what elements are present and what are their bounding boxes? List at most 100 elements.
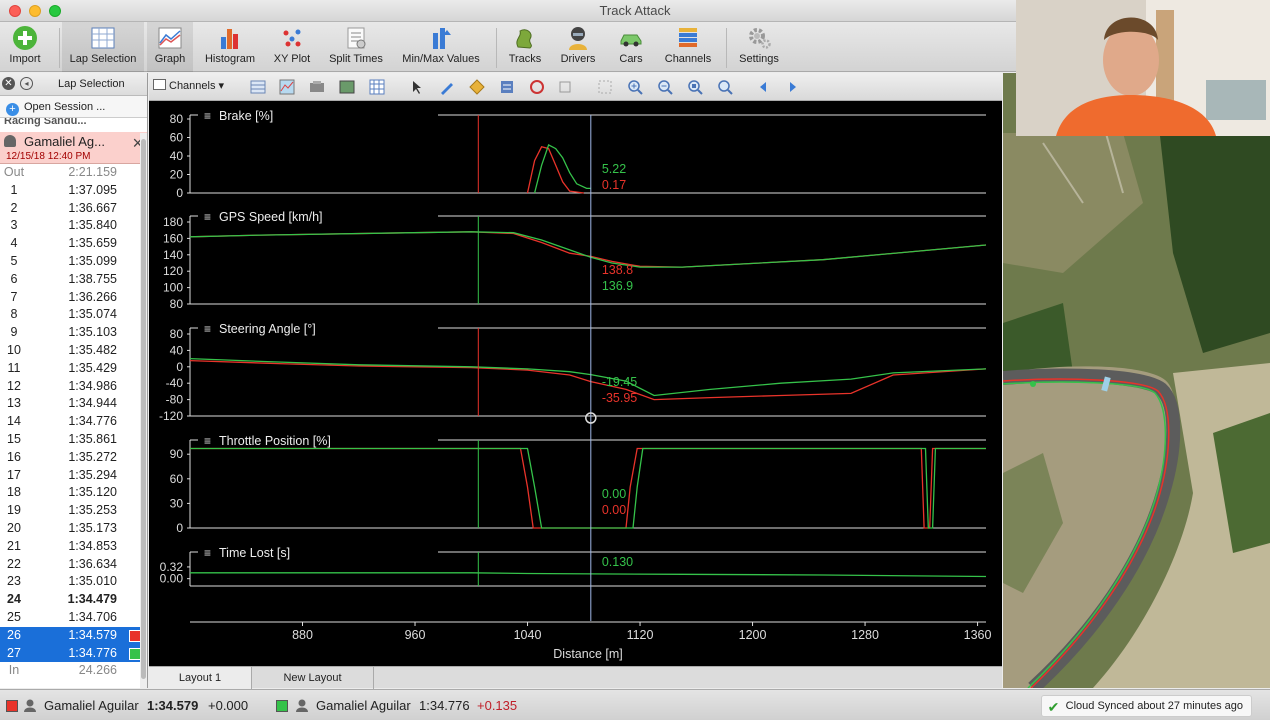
session-card[interactable]: Gamaliel Ag... 12/15/18 12:40 PM × [0,132,147,164]
pointer-icon[interactable] [409,79,425,95]
lap-row[interactable]: 26 1:34.579 [0,626,147,645]
channels-dropdown-label: Channels [169,80,216,92]
lap-row[interactable]: 7 1:36.266 [0,289,147,307]
maximize-window-button[interactable] [49,5,61,17]
previous-arrow-icon[interactable] [755,79,771,95]
import-icon [13,26,37,50]
lap-number: 25 [7,609,21,624]
tab-layout-1[interactable]: Layout 1 [149,667,252,689]
tracks-button[interactable]: Tracks [504,22,546,72]
lap-row[interactable]: 17 1:35.294 [0,467,147,485]
lap-row[interactable]: 11 1:35.429 [0,360,147,378]
toolbar-separator [59,28,60,68]
lap-row[interactable]: 22 1:36.634 [0,556,147,574]
lap-row[interactable]: 13 1:34.944 [0,395,147,413]
split-times-icon [347,27,366,49]
lap-number: 20 [7,520,21,535]
min-max-icon [433,28,451,49]
lap-row[interactable]: 23 1:35.010 [0,573,147,591]
open-session-label: Open Session ... [24,101,106,113]
lap-row[interactable]: 5 1:35.099 [0,253,147,271]
import-button[interactable]: Import [0,22,50,72]
graph-button[interactable]: Graph [147,22,193,72]
panel-menu-icon: ≡ [204,109,211,123]
lap-time: 1:34.986 [68,378,117,393]
align-icon[interactable] [499,79,515,95]
settings-button[interactable]: Settings [736,22,782,72]
lap-row[interactable]: In 24.266 [0,662,147,680]
y-tick-label: 60 [170,472,184,486]
zoom-fit-icon[interactable] [687,79,703,95]
next-arrow-icon[interactable] [785,79,801,95]
lap-row[interactable]: 15 1:35.861 [0,431,147,449]
lap-list-scrollbar[interactable] [140,133,147,688]
lap-row[interactable]: 24 1:34.479 [0,591,147,609]
lap-row[interactable]: 27 1:34.776 [0,644,147,663]
draw-icon[interactable] [439,79,455,95]
cars-button[interactable]: Cars [612,22,650,72]
overlay-icon[interactable] [309,79,325,95]
zoom-out-icon[interactable] [657,79,673,95]
track-map[interactable] [1003,73,1270,688]
lap-row[interactable]: 21 1:34.853 [0,538,147,556]
lap-row[interactable]: 2 1:36.667 [0,200,147,218]
marker-icon[interactable] [469,79,485,95]
lap-row[interactable]: 6 1:38.755 [0,271,147,289]
lap-row[interactable]: 16 1:35.272 [0,449,147,467]
scrollbar-thumb[interactable] [141,139,146,679]
grid-icon[interactable] [369,79,385,95]
histogram-button[interactable]: Histogram [200,22,260,72]
panel-title: Steering Angle [°] [219,322,316,336]
image-icon[interactable] [339,79,355,95]
lap-row[interactable]: 3 1:35.840 [0,217,147,235]
lap-row[interactable]: 4 1:35.659 [0,235,147,253]
lap-row[interactable]: 25 1:34.706 [0,609,147,627]
y-tick-label: 80 [170,112,184,126]
select-range-icon[interactable] [597,79,613,95]
panel-title: Lap Selection [58,78,125,90]
chart-view-icon[interactable] [279,79,295,95]
panel-title: GPS Speed [km/h] [219,210,323,224]
lap-row[interactable]: 10 1:35.482 [0,342,147,360]
gear-icon [749,28,771,49]
lap-row[interactable]: 14 1:34.776 [0,413,147,431]
zoom-in-icon[interactable] [627,79,643,95]
lap-number: 26 [7,627,21,642]
minimize-window-button[interactable] [29,5,41,17]
channels-button[interactable]: Channels [660,22,716,72]
min-max-values-button[interactable]: Min/Max Values [398,22,484,72]
lap-row[interactable]: 20 1:35.173 [0,520,147,538]
tab-new-layout[interactable]: New Layout [252,667,374,689]
close-window-button[interactable] [9,5,21,17]
graph-label: Graph [154,53,186,65]
detach-panel-icon[interactable]: ◂ [20,77,33,90]
webcam-overlay [1016,0,1270,136]
lap-row[interactable]: 12 1:34.986 [0,378,147,396]
lap-selection-button[interactable]: Lap Selection [62,22,144,72]
lap-row[interactable]: 1 1:37.095 [0,182,147,200]
crop-icon[interactable] [557,79,573,95]
xy-plot-button[interactable]: XY Plot [268,22,316,72]
lap-b-delta: +0.135 [477,698,518,713]
drivers-button[interactable]: Drivers [556,22,600,72]
split-times-button[interactable]: Split Times [325,22,387,72]
lap-row[interactable]: 18 1:35.120 [0,484,147,502]
lap-row[interactable]: 19 1:35.253 [0,502,147,520]
graph-area[interactable]: ≡ Brake [%] 0 20 40 60 80 5.22 0.17 ≡ GPS Speed [k… [149,101,1002,666]
cloud-sync-status[interactable]: ✔ Cloud Synced about 27 minutes ago [1040,695,1252,717]
lap-number: 12 [7,378,21,393]
lap-time: 1:34.944 [68,396,117,411]
zoom-reset-icon[interactable] [717,79,733,95]
panel-menu-icon: ≡ [204,322,211,336]
y-tick-label: -40 [166,376,184,390]
lap-selection-icon [91,27,115,49]
graph-canvas[interactable]: ≡ Brake [%] 0 20 40 60 80 5.22 0.17 ≡ GPS Speed [k… [149,101,1002,666]
lap-row[interactable]: 8 1:35.074 [0,306,147,324]
lap-row[interactable]: Out 2:21.159 [0,164,147,182]
open-session-button[interactable]: + Open Session ... [0,96,147,118]
table-view-icon[interactable] [250,79,266,95]
close-panel-icon[interactable]: ✕ [2,77,15,90]
reset-icon[interactable] [529,79,545,95]
channels-dropdown[interactable]: Channels ▾ [153,79,224,92]
lap-row[interactable]: 9 1:35.103 [0,324,147,342]
